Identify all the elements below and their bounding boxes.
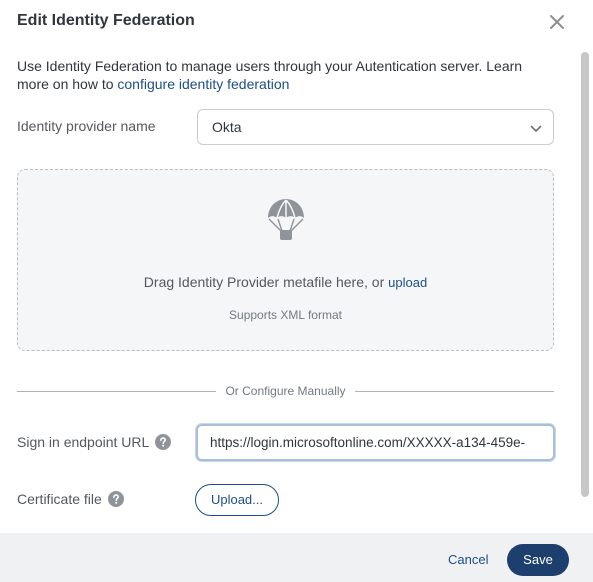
metafile-dropzone[interactable]: Drag Identity Provider metafile here, or… <box>17 169 554 351</box>
manual-config-divider: Or Configure Manually <box>17 384 554 400</box>
certificate-upload-button[interactable]: Upload... <box>195 484 279 516</box>
signin-url-input[interactable] <box>196 424 555 461</box>
certificate-label-row: Certificate file <box>17 491 124 510</box>
signin-url-label-row: Sign in endpoint URL <box>17 434 172 453</box>
close-icon[interactable] <box>547 12 567 32</box>
dialog-footer: Cancel Save <box>0 533 593 582</box>
intro-text: Use Identity Federation to manage users … <box>17 57 557 93</box>
parachute-icon <box>266 198 306 247</box>
dropzone-text: Drag Identity Provider metafile here, or… <box>18 274 553 290</box>
save-button[interactable]: Save <box>507 544 569 576</box>
help-icon[interactable] <box>155 434 172 453</box>
scrollbar[interactable] <box>581 52 589 497</box>
certificate-label: Certificate file <box>17 491 102 507</box>
dialog-header: Edit Identity Federation <box>0 0 593 44</box>
dropzone-instruction: Drag Identity Provider metafile here, or <box>143 274 389 290</box>
divider-line-left <box>17 391 216 392</box>
cancel-button[interactable]: Cancel <box>448 552 488 567</box>
configure-federation-link[interactable]: configure identity federation <box>117 76 289 92</box>
help-icon[interactable] <box>107 491 124 510</box>
signin-url-field[interactable] <box>198 426 553 459</box>
dropzone-format-hint: Supports XML format <box>229 308 342 322</box>
edit-identity-federation-dialog: Edit Identity Federation Use Identity Fe… <box>0 0 593 582</box>
identity-provider-value: Okta <box>212 119 242 135</box>
dialog-title: Edit Identity Federation <box>17 12 195 29</box>
identity-provider-select[interactable]: Okta <box>197 109 554 145</box>
chevron-down-icon <box>530 122 542 140</box>
dropzone-upload-link[interactable]: upload <box>388 275 427 290</box>
divider-label: Or Configure Manually <box>225 384 346 398</box>
signin-url-label: Sign in endpoint URL <box>17 434 150 450</box>
divider-line-right <box>355 391 554 392</box>
identity-provider-label: Identity provider name <box>17 118 156 134</box>
